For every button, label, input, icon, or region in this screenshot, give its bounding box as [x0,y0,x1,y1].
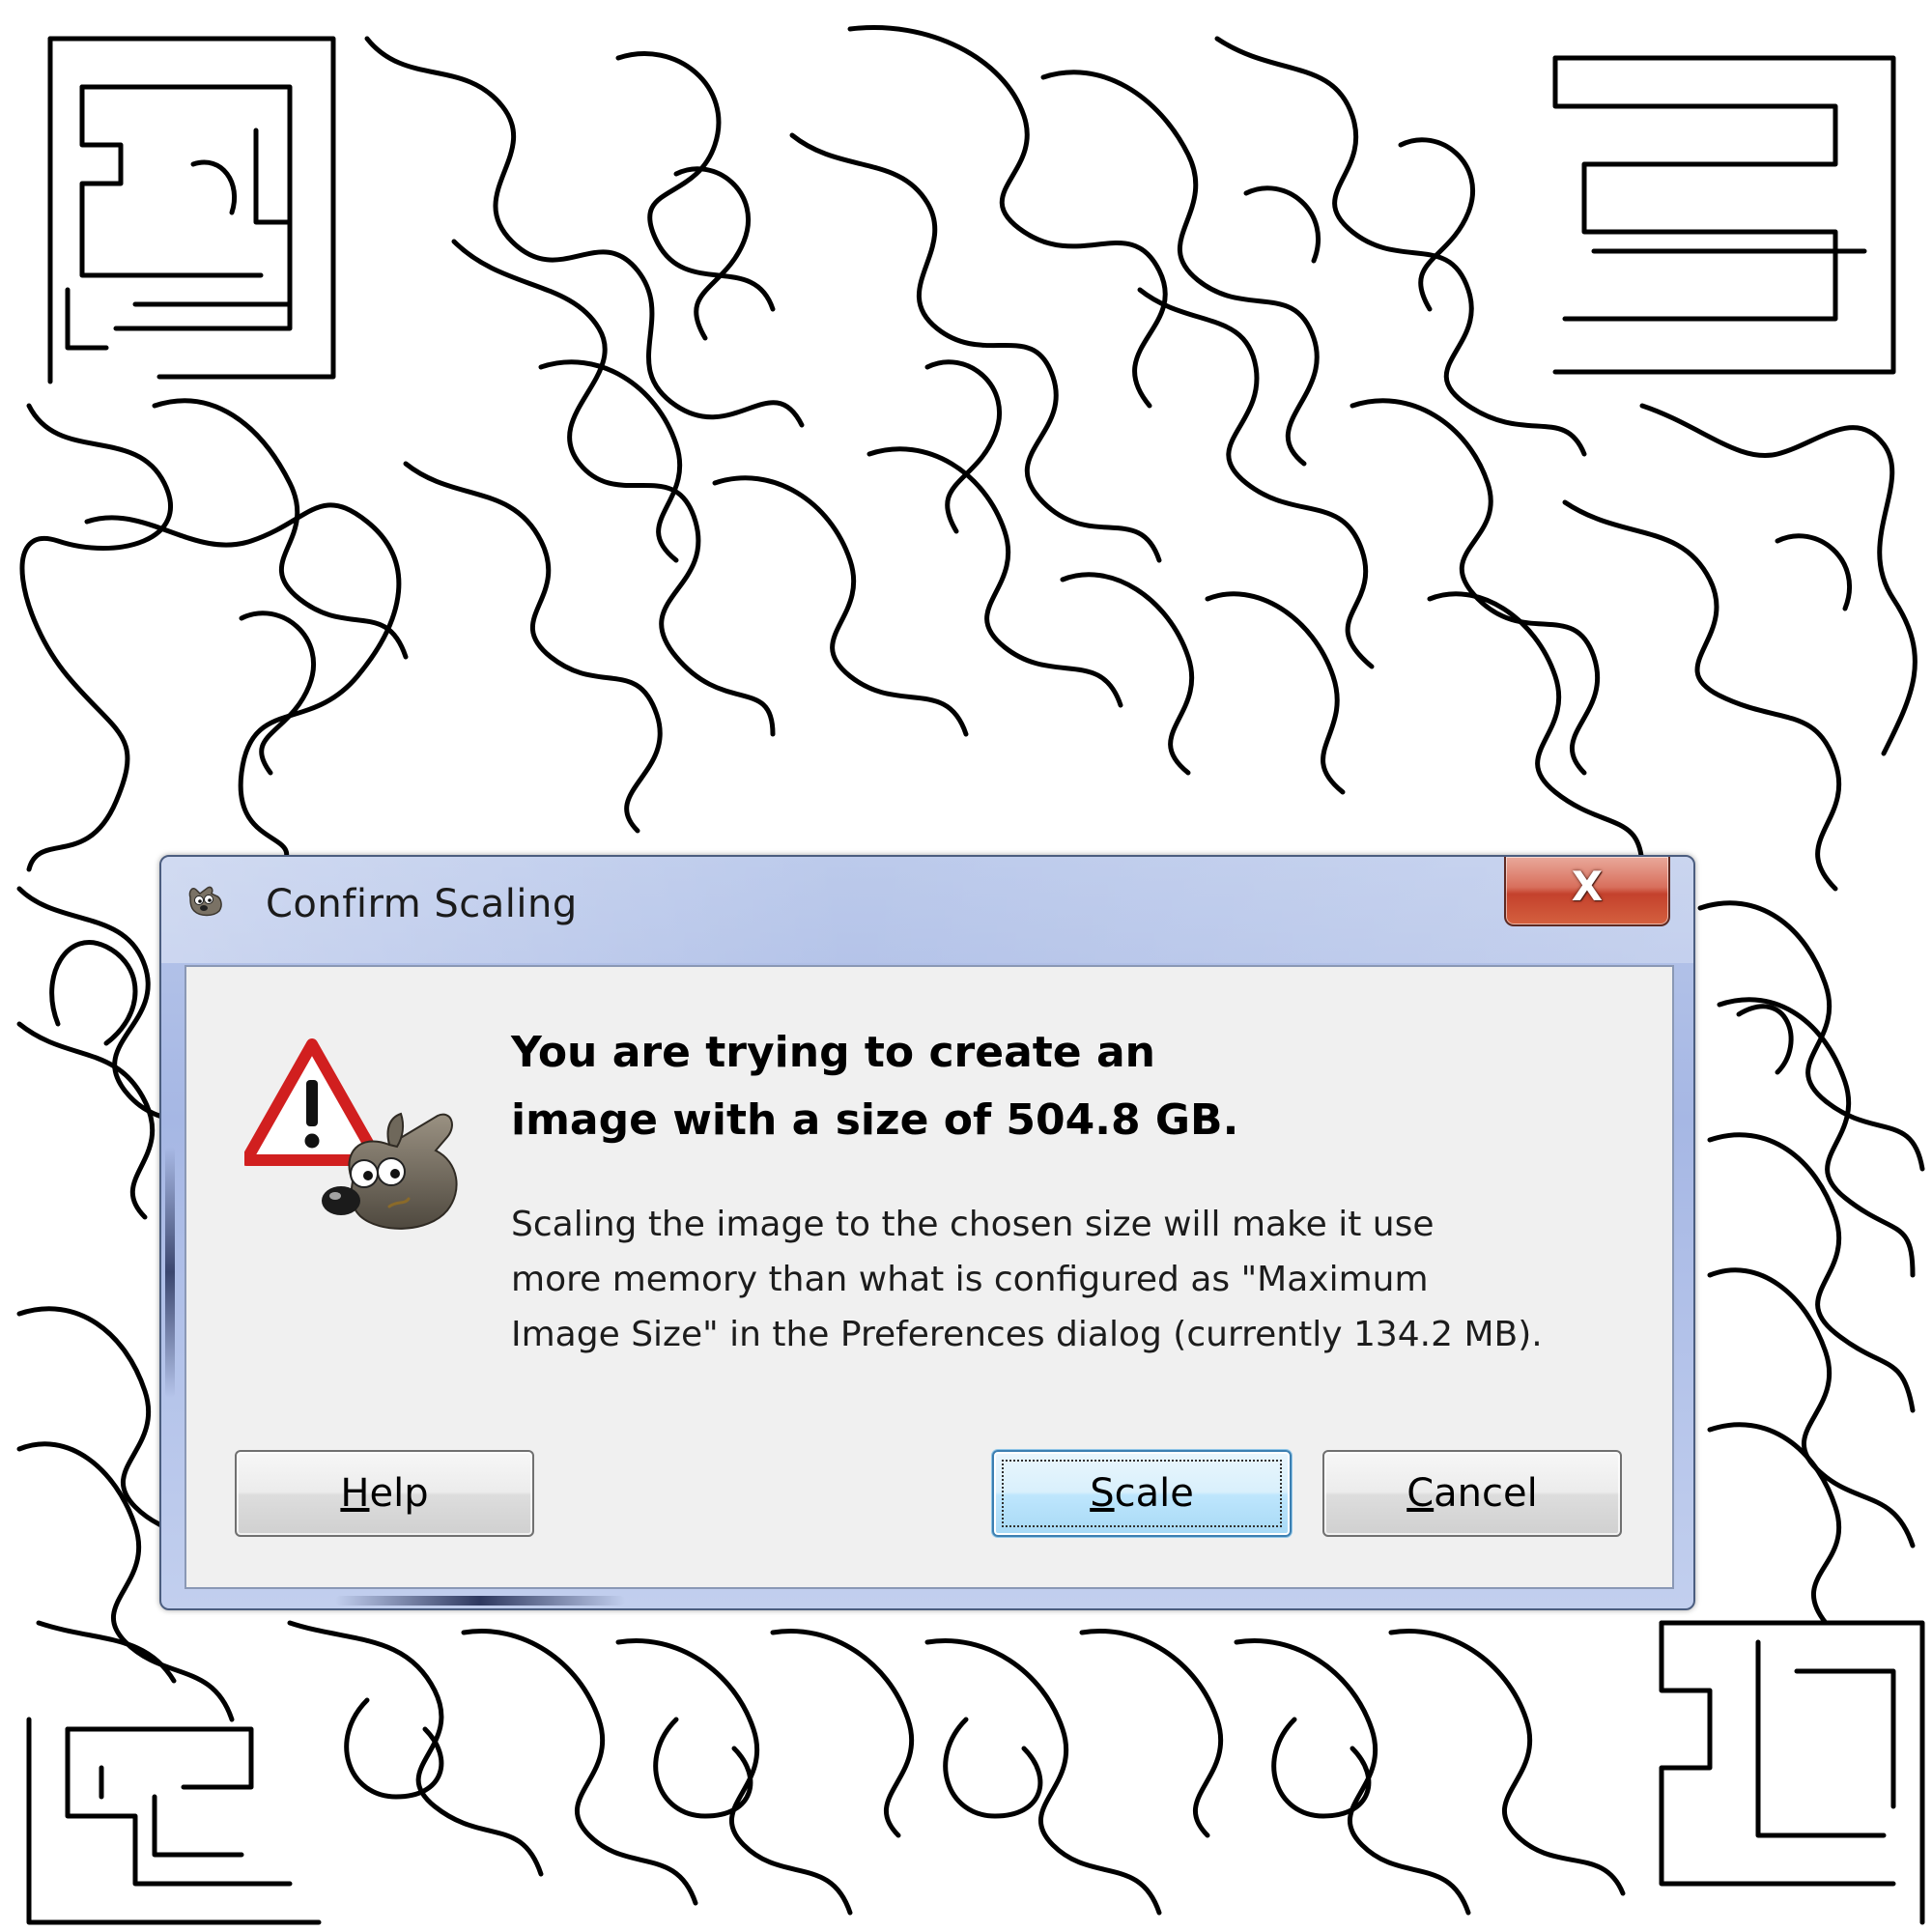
dialog-content: You are trying to create an image with a… [185,965,1674,1589]
warning-triangle-wilber-icon [244,1038,458,1230]
window-frame-decoration [165,1147,175,1398]
headline-line: You are trying to create an [511,1028,1155,1077]
cancel-mnemonic: C [1406,1471,1435,1516]
dialog-title: Confirm Scaling [266,882,578,926]
confirm-scaling-dialog: Confirm Scaling X You are trying to crea… [159,855,1695,1610]
screen: Confirm Scaling X You are trying to crea… [0,0,1932,1932]
message-body: Scaling the image to the chosen size wil… [511,1197,1651,1362]
body-line: more memory than what is configured as "… [511,1260,1429,1299]
scale-button[interactable]: Scale [992,1450,1292,1537]
headline-line: image with a size of 504.8 GB. [511,1095,1239,1145]
close-icon: X [1571,863,1604,910]
cancel-button[interactable]: Cancel [1322,1450,1622,1537]
help-label: elp [369,1471,429,1516]
gimp-wilber-icon [188,886,222,917]
scale-label: cale [1114,1471,1194,1516]
title-bar[interactable]: Confirm Scaling X [161,857,1693,953]
message-headline: You are trying to create an image with a… [511,1019,1651,1154]
window-frame-decoration [335,1596,625,1605]
help-button[interactable]: Help [235,1450,534,1537]
help-mnemonic: H [340,1471,370,1516]
cancel-label: ancel [1434,1471,1538,1516]
body-line: Image Size" in the Preferences dialog (c… [511,1315,1543,1354]
scale-mnemonic: S [1090,1471,1115,1516]
close-button[interactable]: X [1504,857,1670,926]
body-line: Scaling the image to the chosen size wil… [511,1205,1435,1244]
